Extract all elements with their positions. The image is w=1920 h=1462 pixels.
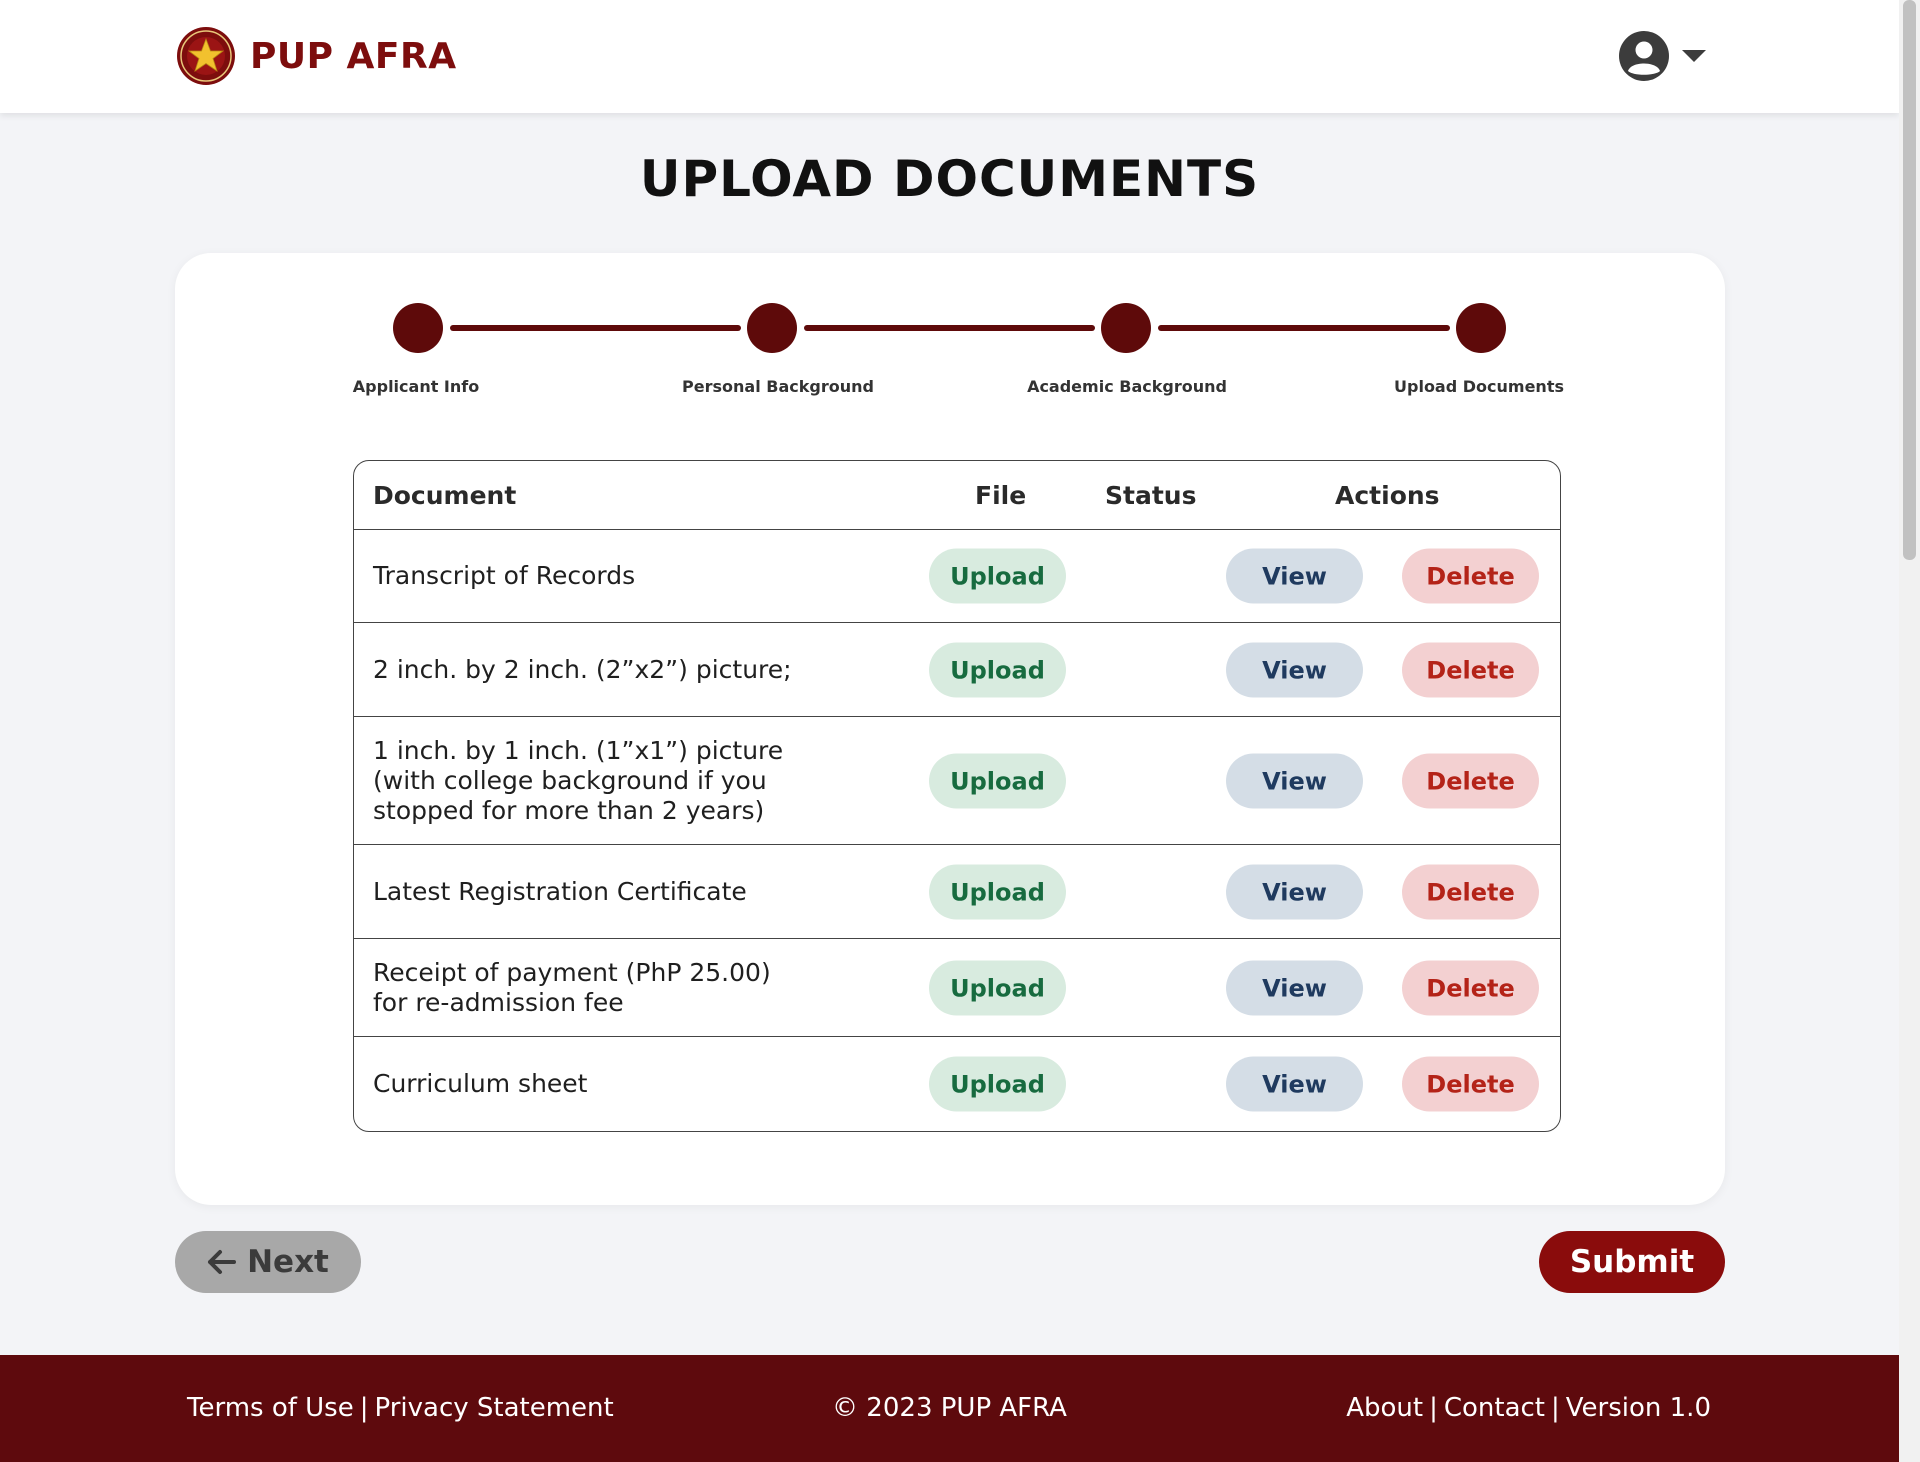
step-connector xyxy=(450,325,741,331)
page-title: UPLOAD DOCUMENTS xyxy=(639,150,1260,208)
view-button[interactable]: View xyxy=(1226,864,1363,920)
arrow-left-icon xyxy=(208,1250,237,1274)
footer-info-links: About | Contact | Version 1.0 xyxy=(1346,1393,1711,1423)
page-scrollbar[interactable] xyxy=(1899,0,1920,1462)
view-button[interactable]: View xyxy=(1226,548,1363,604)
table-row: Transcript of Records Upload View Delete xyxy=(354,530,1560,623)
version-label: Version 1.0 xyxy=(1565,1393,1711,1423)
contact-link[interactable]: Contact xyxy=(1444,1393,1545,1423)
scrollbar-thumb[interactable] xyxy=(1903,0,1916,560)
upload-button[interactable]: Upload xyxy=(929,642,1066,698)
user-menu[interactable] xyxy=(1618,30,1708,82)
table-row: 1 inch. by 1 inch. (1”x1”) picture (with… xyxy=(354,718,1560,845)
step-dot-upload-documents xyxy=(1456,303,1506,353)
view-button[interactable]: View xyxy=(1226,1056,1363,1112)
header-file: File xyxy=(975,481,1027,510)
next-button[interactable]: Next xyxy=(175,1231,361,1293)
next-button-label: Next xyxy=(247,1244,329,1280)
delete-button[interactable]: Delete xyxy=(1402,1056,1539,1112)
top-navbar: PUP AFRA xyxy=(0,0,1899,113)
step-dot-academic-background xyxy=(1101,303,1151,353)
header-document: Document xyxy=(373,481,517,510)
footer-separator: | xyxy=(1429,1393,1438,1423)
submit-button[interactable]: Submit xyxy=(1539,1231,1725,1293)
about-link[interactable]: About xyxy=(1346,1393,1423,1423)
document-name: Transcript of Records xyxy=(373,561,636,590)
header-status: Status xyxy=(1105,481,1197,510)
step-dot-applicant-info xyxy=(393,303,443,353)
step-label-personal-background: Personal Background xyxy=(682,377,874,396)
brand-name: PUP AFRA xyxy=(250,35,457,77)
delete-button[interactable]: Delete xyxy=(1402,960,1539,1016)
upload-button[interactable]: Upload xyxy=(929,1056,1066,1112)
step-label-applicant-info: Applicant Info xyxy=(352,377,480,396)
upload-button[interactable]: Upload xyxy=(929,960,1066,1016)
step-dot-personal-background xyxy=(747,303,797,353)
document-name: 2 inch. by 2 inch. (2”x2”) picture; xyxy=(373,655,792,684)
view-button[interactable]: View xyxy=(1226,960,1363,1016)
documents-table: Document File Status Actions Transcript … xyxy=(353,460,1561,1132)
user-avatar-icon xyxy=(1619,31,1669,81)
document-name: Receipt of payment (PhP 25.00) for re-ad… xyxy=(373,958,771,1017)
table-header: Document File Status Actions xyxy=(354,461,1560,530)
table-row: Latest Registration Certificate Upload V… xyxy=(354,846,1560,939)
pup-seal-icon xyxy=(177,27,235,85)
upload-button[interactable]: Upload xyxy=(929,864,1066,920)
table-row: Receipt of payment (PhP 25.00) for re-ad… xyxy=(354,940,1560,1037)
document-name: Curriculum sheet xyxy=(373,1069,588,1098)
delete-button[interactable]: Delete xyxy=(1402,864,1539,920)
step-connector xyxy=(1158,325,1450,331)
step-label-academic-background: Academic Background xyxy=(1027,377,1227,396)
delete-button[interactable]: Delete xyxy=(1402,548,1539,604)
brand-link[interactable]: PUP AFRA xyxy=(176,26,457,86)
document-name: 1 inch. by 1 inch. (1”x1”) picture (with… xyxy=(373,736,784,825)
footer: Terms of Use | Privacy Statement © 2023 PU… xyxy=(0,1355,1899,1462)
footer-separator: | xyxy=(1551,1393,1560,1423)
view-button[interactable]: View xyxy=(1226,753,1363,809)
table-row: Curriculum sheet Upload View Delete xyxy=(354,1038,1560,1130)
delete-button[interactable]: Delete xyxy=(1402,753,1539,809)
delete-button[interactable]: Delete xyxy=(1402,642,1539,698)
upload-button[interactable]: Upload xyxy=(929,753,1066,809)
caret-down-icon xyxy=(1682,50,1706,62)
table-row: 2 inch. by 2 inch. (2”x2”) picture; Uplo… xyxy=(354,624,1560,717)
upload-button[interactable]: Upload xyxy=(929,548,1066,604)
document-name: Latest Registration Certificate xyxy=(373,877,747,906)
step-connector xyxy=(804,325,1095,331)
view-button[interactable]: View xyxy=(1226,642,1363,698)
header-actions: Actions xyxy=(1335,481,1440,510)
step-label-upload-documents: Upload Documents xyxy=(1394,377,1564,396)
